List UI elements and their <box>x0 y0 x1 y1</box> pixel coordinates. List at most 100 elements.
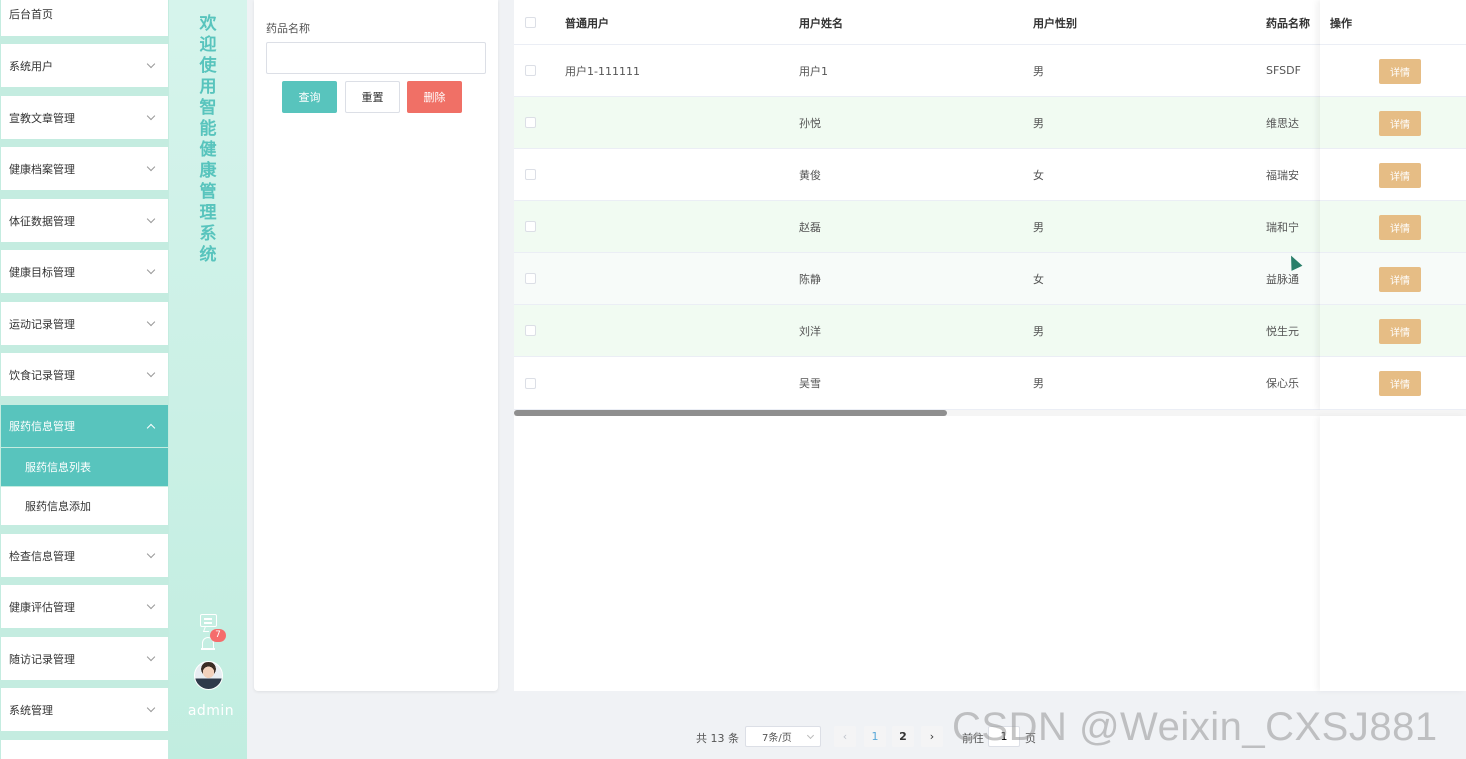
sidebar-item-label: 宣教文章管理 <box>9 111 75 125</box>
avatar[interactable] <box>194 661 223 690</box>
medication-table: 普通用户 用户姓名 用户性别 药品名称 用户1-111111 用户1 男 SFS… <box>514 0 1466 691</box>
row-checkbox[interactable] <box>525 117 536 128</box>
admin-username[interactable]: admin <box>169 703 253 719</box>
cell-drug: 悦生元 <box>1266 324 1299 338</box>
reset-button[interactable]: 重置 <box>345 81 400 113</box>
sidebar-item-label: 健康档案管理 <box>9 162 75 176</box>
sidebar-item-label: 系统用户 <box>9 59 53 73</box>
cell-gender: 男 <box>1033 220 1044 234</box>
cell-name: 孙悦 <box>799 116 821 130</box>
page-size-value: 7条/页 <box>762 733 792 744</box>
sidebar-item-label: 随访记录管理 <box>9 652 75 666</box>
cell-drug: 保心乐 <box>1266 377 1299 390</box>
detail-button[interactable]: 详情 <box>1379 110 1421 136</box>
chevron-down-icon <box>806 731 815 740</box>
sidebar-item-system-users[interactable]: 系统用户 <box>1 44 168 87</box>
chevron-down-icon <box>146 265 156 274</box>
chevron-down-icon <box>146 59 156 68</box>
row-checkbox[interactable] <box>525 325 536 336</box>
chevron-down-icon <box>146 549 156 558</box>
row-checkbox[interactable] <box>525 65 536 76</box>
sidebar-item-medication[interactable]: 服药信息管理 <box>1 405 168 447</box>
chevron-down-icon <box>146 368 156 377</box>
sidebar-item-label: 运动记录管理 <box>9 317 75 331</box>
cell-name: 刘洋 <box>799 324 821 338</box>
detail-button[interactable]: 详情 <box>1379 58 1421 84</box>
sidebar-item-system-management[interactable]: 系统管理 <box>1 688 168 731</box>
cell-gender: 男 <box>1033 116 1044 130</box>
detail-button[interactable]: 详情 <box>1379 266 1421 292</box>
cell-gender: 男 <box>1033 377 1044 390</box>
row-checkbox[interactable] <box>525 273 536 284</box>
chevron-down-icon <box>146 652 156 661</box>
prev-page-button[interactable]: ‹ <box>834 726 856 747</box>
sidebar-item-label: 检查信息管理 <box>9 549 75 563</box>
cell-gender: 男 <box>1033 324 1044 338</box>
goto-page-input[interactable] <box>988 726 1020 747</box>
row-checkbox[interactable] <box>525 169 536 180</box>
chevron-down-icon <box>146 111 156 120</box>
detail-button[interactable]: 详情 <box>1379 371 1421 396</box>
cell-drug: 福瑞安 <box>1266 168 1299 182</box>
page-button-2[interactable]: 2 <box>892 726 914 747</box>
cell-name: 吴雪 <box>799 377 821 390</box>
pagination: 共 13 条 7条/页 ‹ 1 2 › 前往 页 <box>0 726 1466 747</box>
sidebar-item-label: 系统管理 <box>9 703 53 717</box>
next-page-button[interactable]: › <box>921 726 943 747</box>
detail-button[interactable]: 详情 <box>1379 214 1421 240</box>
sidebar-item-label: 饮食记录管理 <box>9 368 75 382</box>
operations-column-shadow <box>1320 416 1466 691</box>
submenu-item-medication-list[interactable]: 服药信息列表 <box>1 448 168 486</box>
cell-gender: 女 <box>1033 168 1044 182</box>
sidebar-item-vital-signs[interactable]: 体征数据管理 <box>1 199 168 242</box>
query-button[interactable]: 查询 <box>282 81 337 113</box>
submenu-item-label: 服药信息列表 <box>25 461 91 474</box>
goto-label: 前往 <box>962 732 984 745</box>
chevron-down-icon <box>146 162 156 171</box>
sidebar-item-label: 服药信息管理 <box>9 420 75 433</box>
sidebar-item-assessment[interactable]: 健康评估管理 <box>1 585 168 628</box>
sidebar-item-home[interactable]: 后台首页 <box>1 0 168 36</box>
cell-drug: 瑞和宁 <box>1266 220 1299 234</box>
drug-name-input[interactable] <box>266 42 486 74</box>
page-size-select[interactable]: 7条/页 <box>745 726 821 747</box>
cell-user: 用户1-111111 <box>565 64 640 78</box>
sidebar-item-articles[interactable]: 宣教文章管理 <box>1 96 168 139</box>
submenu-item-medication-add[interactable]: 服药信息添加 <box>1 487 168 525</box>
sidebar-item-label: 健康目标管理 <box>9 265 75 279</box>
chevron-down-icon <box>146 214 156 223</box>
header-ops: 操作 <box>1330 16 1352 30</box>
page-button-1[interactable]: 1 <box>864 726 886 747</box>
message-icon[interactable] <box>200 614 217 627</box>
sidebar-item-exercise[interactable]: 运动记录管理 <box>1 302 168 345</box>
cell-name: 黄俊 <box>799 168 821 182</box>
row-checkbox[interactable] <box>525 377 536 389</box>
select-all-checkbox[interactable] <box>525 17 536 28</box>
cell-drug: SFSDF <box>1266 64 1301 77</box>
cell-name: 陈静 <box>799 272 821 286</box>
row-checkbox[interactable] <box>525 221 536 232</box>
sidebar-item-diet[interactable]: 饮食记录管理 <box>1 353 168 396</box>
chevron-down-icon <box>146 703 156 712</box>
submenu-item-label: 服药信息添加 <box>25 500 91 513</box>
chevron-down-icon <box>146 317 156 326</box>
cell-drug: 维思达 <box>1266 116 1299 130</box>
detail-button[interactable]: 详情 <box>1379 318 1421 344</box>
search-panel: 药品名称 查询 重置 删除 <box>254 0 498 691</box>
sidebar-item-health-records[interactable]: 健康档案管理 <box>1 147 168 190</box>
notification-badge: 7 <box>210 629 226 642</box>
sidebar-item-label: 体征数据管理 <box>9 214 75 228</box>
horizontal-scrollbar-thumb[interactable] <box>514 410 947 416</box>
sidebar-item-followup[interactable]: 随访记录管理 <box>1 637 168 680</box>
detail-button[interactable]: 详情 <box>1379 162 1421 188</box>
app-title: 欢 迎 使 用 智 能 健 康 管 理 系 统 <box>199 14 217 265</box>
sidebar-item-label: 健康评估管理 <box>9 600 75 614</box>
sidebar-menu: 后台首页 系统用户 宣教文章管理 健康档案管理 体征数据管理 健康目标管理 运动… <box>0 0 169 759</box>
header-user: 普通用户 <box>565 16 609 30</box>
sidebar-item-health-goals[interactable]: 健康目标管理 <box>1 250 168 293</box>
header-gender: 用户性别 <box>1033 16 1077 30</box>
sidebar-item-examinations[interactable]: 检查信息管理 <box>1 534 168 577</box>
header-name: 用户姓名 <box>799 16 843 30</box>
delete-button[interactable]: 删除 <box>407 81 462 113</box>
cell-gender: 女 <box>1033 272 1044 286</box>
